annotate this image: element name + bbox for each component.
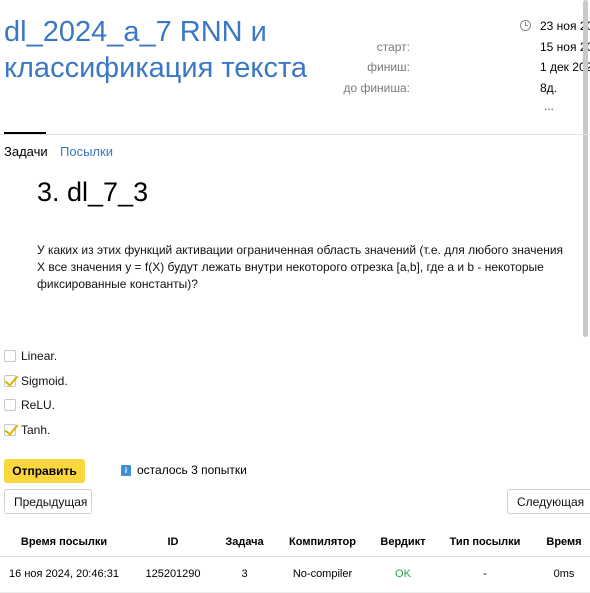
submissions-table: Время посылки ID Задача Компилятор Верди… xyxy=(0,528,590,593)
header-duration: Время xyxy=(538,528,590,557)
header-type: Тип посылки xyxy=(432,528,538,557)
meta-more-button[interactable]: ... xyxy=(544,96,554,117)
attempts-text: осталось 3 попытки xyxy=(137,463,247,477)
finish-label: финиш: xyxy=(367,60,410,74)
table-header-row: Время посылки ID Задача Компилятор Верди… xyxy=(0,528,590,557)
cell-id[interactable]: 125201290 xyxy=(128,556,218,593)
problem-statement: У каких из этих функций активации ограни… xyxy=(37,243,564,291)
checkbox-icon[interactable] xyxy=(4,350,16,363)
table-row[interactable]: 16 ноя 2024, 20:46:31 125201290 3 No-com… xyxy=(0,556,590,593)
cell-time: 16 ноя 2024, 20:46:31 xyxy=(0,556,128,593)
cell-duration: 0ms xyxy=(538,556,590,593)
option-label: Linear. xyxy=(21,349,58,364)
tab-problems[interactable]: Задачи xyxy=(4,144,48,160)
submit-button[interactable]: Отправить xyxy=(4,459,85,483)
header-time: Время посылки xyxy=(0,528,128,557)
header-id: ID xyxy=(128,528,218,557)
option-label: Tanh. xyxy=(21,422,51,437)
option-label: ReLU. xyxy=(21,398,56,413)
cell-task: 3 xyxy=(218,556,271,593)
remaining-value: 8д. xyxy=(540,80,558,95)
option-label: Sigmoid. xyxy=(21,373,68,388)
option-linear[interactable]: Linear. xyxy=(4,344,68,369)
answer-options: Linear. Sigmoid. ReLU. Tanh. xyxy=(4,344,68,442)
tab-submissions[interactable]: Посылки xyxy=(60,144,113,160)
info-icon: i xyxy=(121,464,131,476)
cell-type: - xyxy=(432,556,538,593)
start-label: старт: xyxy=(376,39,410,54)
option-relu[interactable]: ReLU. xyxy=(4,393,68,418)
option-sigmoid[interactable]: Sigmoid. xyxy=(4,369,68,394)
tabs-divider xyxy=(0,134,590,135)
next-problem-button[interactable]: Следующая xyxy=(507,489,590,514)
cell-compiler: No-compiler xyxy=(271,556,374,593)
clock-icon xyxy=(520,20,531,31)
scrollbar[interactable] xyxy=(583,0,588,337)
header-compiler: Компилятор xyxy=(271,528,374,557)
cell-verdict: OK xyxy=(374,556,432,593)
previous-problem-button[interactable]: Предыдущая xyxy=(4,489,92,514)
checkbox-icon[interactable] xyxy=(4,423,16,436)
remaining-label: до финиша: xyxy=(343,80,410,95)
checkbox-icon[interactable] xyxy=(4,399,16,412)
attempts-info: i осталось 3 попытки xyxy=(121,463,247,477)
header-verdict: Вердикт xyxy=(374,528,432,557)
header-task: Задача xyxy=(218,528,271,557)
problem-title: 3. dl_7_3 xyxy=(37,177,149,207)
option-tanh[interactable]: Tanh. xyxy=(4,418,68,443)
checkbox-icon[interactable] xyxy=(4,374,16,387)
